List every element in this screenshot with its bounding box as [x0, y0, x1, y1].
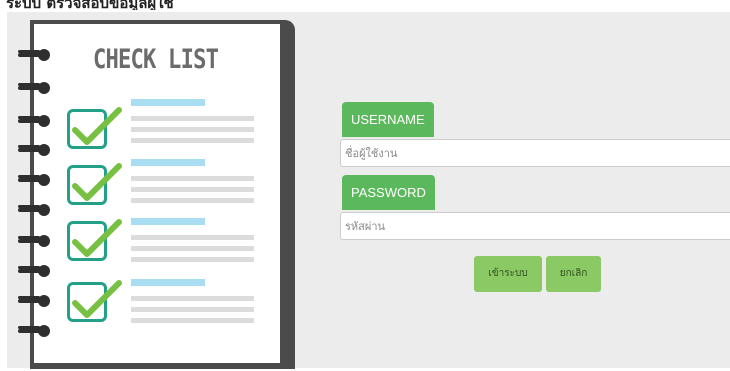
- login-button[interactable]: เข้าระบบ: [474, 256, 542, 292]
- ring-icon: [18, 235, 52, 247]
- checklist-line: [131, 279, 205, 286]
- checklist-line: [131, 318, 254, 323]
- password-label: PASSWORD: [342, 175, 435, 210]
- ring-icon: [18, 204, 52, 216]
- checklist-line: [131, 176, 254, 181]
- checklist-line: [131, 187, 254, 192]
- checklist-line: [131, 307, 254, 312]
- header-strip: ระบบ ตรวจสอบข้อมูลผู้ใช้: [0, 0, 730, 10]
- checkbox-icon: [67, 219, 122, 261]
- checklist-line: [131, 198, 254, 203]
- checklist-line: [131, 235, 254, 240]
- checklist-line: [131, 116, 254, 121]
- checklist-line: [131, 257, 254, 262]
- checkbox-icon: [67, 107, 122, 149]
- ring-icon: [18, 295, 52, 307]
- username-input[interactable]: [340, 139, 730, 167]
- checklist-line: [131, 296, 254, 301]
- binder-rings: [0, 0, 60, 371]
- checklist-line: [131, 138, 254, 143]
- checklist-line: [131, 218, 205, 225]
- cancel-button[interactable]: ยกเลิก: [546, 256, 601, 292]
- password-input[interactable]: [340, 212, 730, 240]
- checkbox-icon: [67, 163, 122, 205]
- ring-icon: [18, 115, 52, 127]
- checklist-line: [131, 99, 205, 106]
- checklist-line: [131, 246, 254, 251]
- username-label: USERNAME: [342, 102, 434, 137]
- checklist-line: [131, 159, 205, 166]
- ring-icon: [18, 265, 52, 277]
- ring-icon: [18, 174, 52, 186]
- ring-icon: [18, 325, 52, 337]
- ring-icon: [18, 49, 52, 61]
- login-page: ระบบ ตรวจสอบข้อมูลผู้ใช้ CHECK LIST USER…: [0, 0, 730, 371]
- ring-icon: [18, 144, 52, 156]
- checklist-title: CHECK LIST: [93, 44, 219, 75]
- checklist-line: [131, 127, 254, 132]
- checkbox-icon: [67, 280, 122, 322]
- ring-icon: [18, 82, 52, 94]
